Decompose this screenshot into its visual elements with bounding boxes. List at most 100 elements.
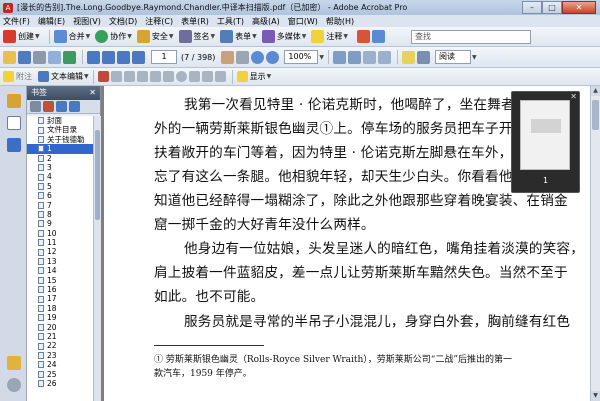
stamp-icon[interactable]: [357, 30, 370, 43]
oval-icon[interactable]: [175, 71, 187, 82]
popup-close-icon[interactable]: ✕: [570, 92, 577, 101]
bookmark-item[interactable]: 8: [27, 210, 93, 219]
bookmark-item[interactable]: 13: [27, 257, 93, 266]
arrow-icon[interactable]: [162, 71, 174, 82]
view-mode-select[interactable]: 阅读: [435, 50, 472, 64]
new-bookmark-icon[interactable]: [56, 101, 67, 112]
rotate-icon[interactable]: [363, 50, 377, 64]
print-icon[interactable]: [33, 50, 46, 64]
zoom-level-select[interactable]: 100%: [284, 50, 319, 64]
scroll-down-icon[interactable]: ▼: [591, 391, 600, 401]
bookmark-item[interactable]: 16: [27, 285, 93, 294]
next-page-icon[interactable]: [117, 50, 130, 64]
last-page-icon[interactable]: [132, 50, 145, 64]
paperclip-icon[interactable]: [7, 378, 21, 392]
menu-document[interactable]: 文档(D): [109, 16, 137, 27]
rectangle-icon[interactable]: [188, 71, 200, 82]
bookmark-item[interactable]: 9: [27, 219, 93, 228]
color-icon[interactable]: [417, 50, 431, 64]
chevron-down-icon[interactable]: ▼: [472, 54, 477, 61]
bookmark-item[interactable]: 11: [27, 238, 93, 247]
upload-icon[interactable]: [63, 50, 76, 64]
zoom-in-icon[interactable]: [266, 50, 280, 64]
bookmark-item[interactable]: 3: [27, 163, 93, 172]
search-input[interactable]: 查找: [411, 30, 531, 44]
polygon-icon[interactable]: [201, 71, 213, 82]
comment-button[interactable]: 注释 ▼: [311, 30, 348, 43]
bookmark-item[interactable]: 19: [27, 313, 93, 322]
scroll-up-icon[interactable]: ▲: [591, 86, 600, 96]
text-box-icon[interactable]: [110, 71, 122, 82]
text-edit-icon[interactable]: [38, 71, 49, 82]
zoom-out-icon[interactable]: [251, 50, 265, 64]
cloud-icon[interactable]: [214, 71, 226, 82]
bookmark-item[interactable]: 15: [27, 276, 93, 285]
forms-button[interactable]: 表单 ▼: [220, 30, 257, 43]
callout-icon[interactable]: [123, 71, 135, 82]
email-icon[interactable]: [48, 50, 61, 64]
document-scrollbar[interactable]: ▲ ▼: [590, 86, 600, 401]
bookmark-item[interactable]: 17: [27, 294, 93, 303]
acrobat-app-icon[interactable]: A: [3, 2, 13, 13]
close-button[interactable]: ✕: [562, 1, 596, 14]
panel-close-icon[interactable]: ✕: [89, 86, 96, 100]
bookmarks-icon[interactable]: [7, 138, 21, 152]
review-icon[interactable]: [372, 30, 385, 43]
maximize-button[interactable]: □: [542, 1, 562, 14]
bookmark-item[interactable]: 25: [27, 370, 93, 379]
menu-edit[interactable]: 编辑(E): [38, 16, 65, 27]
page-number-input[interactable]: 1: [151, 50, 177, 64]
menu-help[interactable]: 帮助(H): [326, 16, 354, 27]
bookmark-item[interactable]: 7: [27, 201, 93, 210]
sign-button[interactable]: 签名 ▼: [178, 30, 215, 43]
first-page-icon[interactable]: [87, 50, 100, 64]
menu-comments[interactable]: 注释(C): [145, 16, 173, 27]
text-edit-label[interactable]: 文本编辑: [51, 71, 83, 82]
menu-forms[interactable]: 表单(R): [181, 16, 209, 27]
chevron-down-icon[interactable]: ▼: [319, 54, 324, 61]
menu-view[interactable]: 视图(V): [73, 16, 101, 27]
attachments-pane-icon[interactable]: [7, 356, 21, 370]
bookmark-item[interactable]: 26: [27, 379, 93, 388]
minimize-button[interactable]: –: [522, 1, 542, 14]
select-tool-icon[interactable]: [236, 50, 250, 64]
previous-page-icon[interactable]: [102, 50, 115, 64]
stamp-tool-icon[interactable]: [97, 71, 109, 82]
combine-button[interactable]: 合并 ▼: [53, 30, 90, 43]
read-mode-icon[interactable]: [378, 50, 392, 64]
save-icon[interactable]: [18, 50, 31, 64]
chevron-down-icon[interactable]: ▼: [267, 73, 272, 80]
menu-tools[interactable]: 工具(T): [217, 16, 244, 27]
show-label[interactable]: 显示: [250, 71, 266, 82]
bookmark-item[interactable]: 12: [27, 247, 93, 256]
bookmark-item[interactable]: 关于钱德勒: [27, 135, 93, 144]
expand-bookmark-icon[interactable]: [69, 101, 80, 112]
chevron-down-icon[interactable]: ▼: [84, 73, 89, 80]
fit-page-icon[interactable]: [333, 50, 347, 64]
bookmark-item[interactable]: 5: [27, 182, 93, 191]
bookmark-item[interactable]: 4: [27, 172, 93, 181]
create-button[interactable]: 创建 ▼: [3, 30, 40, 43]
delete-bookmark-icon[interactable]: [43, 101, 54, 112]
secure-button[interactable]: 安全 ▼: [136, 30, 174, 43]
bookmark-item[interactable]: 14: [27, 266, 93, 275]
attach-label[interactable]: 附注: [16, 71, 32, 82]
collaborate-button[interactable]: 协作 ▼: [95, 30, 132, 43]
highlight-icon[interactable]: [402, 50, 416, 64]
multimedia-button[interactable]: 多媒体 ▼: [261, 30, 306, 43]
pencil-icon[interactable]: [136, 71, 148, 82]
bookmark-item[interactable]: 23: [27, 351, 93, 360]
bookmark-item[interactable]: 20: [27, 323, 93, 332]
lock-icon[interactable]: [7, 94, 21, 108]
panel-scroll-thumb[interactable]: [95, 130, 100, 220]
bookmark-options-icon[interactable]: [30, 101, 41, 112]
menu-file[interactable]: 文件(F): [3, 16, 30, 27]
bookmark-item[interactable]: 22: [27, 341, 93, 350]
bookmark-item[interactable]: 21: [27, 332, 93, 341]
bookmark-item[interactable]: 10: [27, 229, 93, 238]
fit-width-icon[interactable]: [348, 50, 362, 64]
bookmark-item[interactable]: 文件目录: [27, 125, 93, 134]
show-comments-icon[interactable]: [236, 71, 248, 82]
document-scroll-thumb[interactable]: [592, 100, 599, 130]
bookmark-item[interactable]: 24: [27, 360, 93, 369]
